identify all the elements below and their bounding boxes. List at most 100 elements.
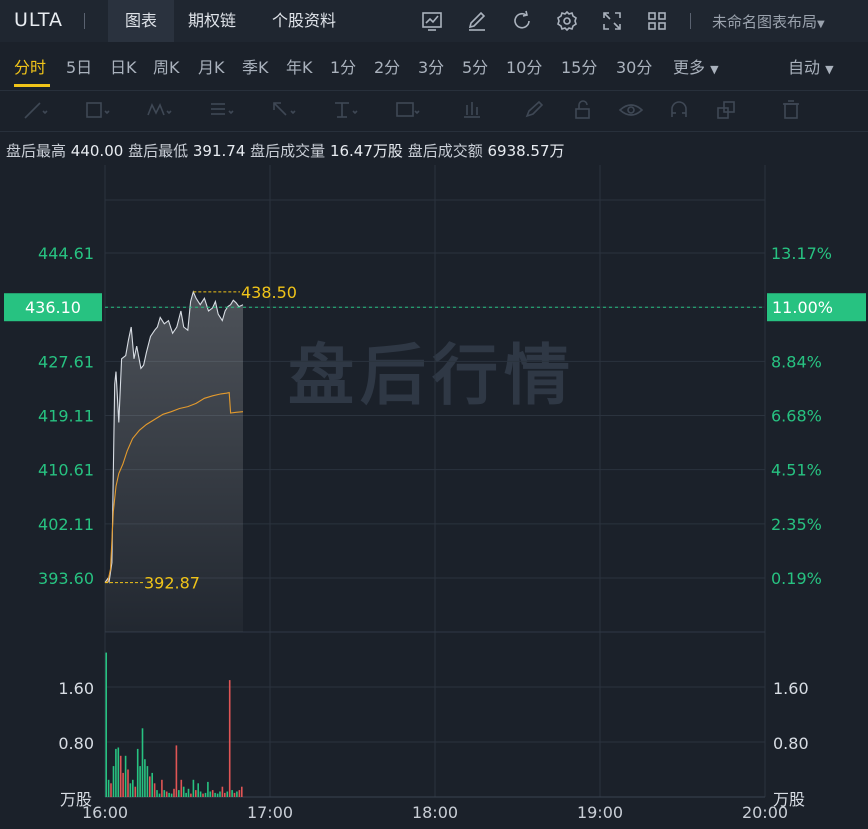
volume-tick-label-right: 1.60 (773, 679, 809, 698)
volume-bar (202, 793, 204, 797)
volume-bar (233, 792, 236, 797)
pct-tick-label: 13.17% (771, 244, 832, 263)
period-more[interactable]: 更多 ▼ (673, 54, 719, 78)
trash-icon[interactable] (778, 99, 804, 121)
volume-bar (158, 793, 161, 797)
period-day[interactable]: 日K (110, 54, 137, 78)
time-tick-label: 19:00 (577, 803, 623, 822)
volume-bar (107, 779, 110, 797)
more-label: 更多 (673, 58, 706, 77)
volume-bar (214, 792, 216, 797)
fib-tool-icon[interactable] (208, 99, 234, 121)
price-tick-label: 427.61 (38, 352, 94, 371)
pct-tick-label: 4.51% (771, 461, 822, 480)
volume-bar (241, 786, 243, 797)
period-30m[interactable]: 30分 (616, 54, 652, 78)
rectangle-tool-icon[interactable] (84, 99, 110, 121)
chart-icon[interactable] (420, 9, 444, 33)
pct-tick-label: 2.35% (771, 515, 822, 534)
high-label: 盘后最高 (6, 142, 67, 160)
volume-bar (190, 793, 192, 797)
volume-bar (219, 791, 221, 797)
tab-chart[interactable]: 图表 (108, 0, 174, 42)
text-tool-icon[interactable] (394, 99, 420, 121)
volume-bar (238, 790, 241, 797)
price-tick-label: 419.11 (38, 407, 94, 426)
layout-selector[interactable]: 未命名图表布局▼ (712, 11, 825, 32)
period-1m[interactable]: 1分 (330, 54, 356, 78)
bar-tool-icon[interactable] (460, 99, 486, 121)
period-2m[interactable]: 2分 (374, 54, 400, 78)
period-10m[interactable]: 10分 (506, 54, 542, 78)
chevron-down-icon: ▼ (817, 19, 825, 30)
volume-bar (170, 793, 173, 797)
volume-bar (122, 772, 124, 797)
edit-icon[interactable] (465, 9, 489, 33)
period-month[interactable]: 月K (198, 54, 225, 78)
pct-tick-label: 0.19% (771, 569, 822, 588)
high-value: 440.00 (70, 142, 124, 160)
time-tick-label: 20:00 (742, 803, 788, 822)
volume-bar (226, 791, 229, 797)
volume-bar (192, 779, 195, 797)
auto-selector[interactable]: 自动 ▼ (788, 54, 834, 78)
current-price-value: 436.10 (25, 298, 81, 317)
period-5m[interactable]: 5分 (462, 54, 488, 78)
volume-bar (211, 790, 214, 797)
low-label: 盘后最低 (128, 142, 189, 160)
intraday-chart[interactable]: 444.61 427.61 419.11 410.61 402.11 393.60 13.1… (0, 165, 868, 829)
lock-icon[interactable] (570, 99, 596, 121)
volume-bar (119, 755, 122, 798)
arrow-tool-icon[interactable] (270, 99, 296, 121)
measure-tool-icon[interactable] (332, 99, 358, 121)
volume-bar (195, 790, 197, 797)
brush-icon[interactable] (522, 99, 548, 121)
grid-icon[interactable] (645, 9, 669, 33)
time-tick-label: 16:00 (82, 803, 128, 822)
line-tool-icon[interactable] (22, 99, 48, 121)
volume-bar (151, 772, 153, 797)
refresh-icon[interactable] (510, 9, 534, 33)
period-intraday[interactable]: 分时 (14, 54, 46, 78)
pct-tick-label: 6.68% (771, 407, 822, 426)
volume-bar (231, 790, 233, 797)
volume-bar (185, 792, 187, 797)
volume-bar (105, 652, 107, 797)
volume-bar (153, 783, 156, 798)
volume-bar (199, 791, 202, 797)
volume-label: 盘后成交量 (250, 142, 326, 160)
volume-bar (115, 748, 117, 797)
period-5d[interactable]: 5日 (66, 54, 92, 78)
magnet-icon[interactable] (666, 99, 692, 121)
drawing-toolbar (0, 90, 868, 132)
settings-icon[interactable] (555, 9, 579, 33)
price-tick-label: 393.60 (38, 569, 94, 588)
volume-bar (110, 783, 112, 798)
auto-label: 自动 (788, 58, 821, 77)
tab-options-chain[interactable]: 期权链 (188, 0, 236, 42)
layout-label: 未命名图表布局 (712, 13, 818, 31)
period-3m[interactable]: 3分 (418, 54, 444, 78)
volume-bar (187, 788, 190, 798)
layers-icon[interactable] (714, 99, 740, 121)
tab-stock-profile[interactable]: 个股资料 (272, 0, 336, 42)
eye-icon[interactable] (618, 99, 644, 121)
volume-bar (207, 781, 209, 797)
chevron-down-icon: ▼ (710, 63, 719, 76)
top-bar: ULTA 图表 期权链 个股资料 未命名图表布局▼ (0, 0, 868, 42)
period-quarter[interactable]: 季K (242, 54, 269, 78)
wave-tool-icon[interactable] (146, 99, 172, 121)
volume-bar (146, 766, 149, 797)
volume-bar (209, 791, 212, 797)
volume-bar (139, 766, 141, 797)
volume-bar (144, 759, 146, 797)
volume-bar (197, 783, 199, 798)
volume-bar (204, 792, 207, 797)
fullscreen-icon[interactable] (600, 9, 624, 33)
low-value: 391.74 (192, 142, 246, 160)
price-tick-label: 402.11 (38, 515, 94, 534)
period-year[interactable]: 年K (286, 54, 313, 78)
period-15m[interactable]: 15分 (561, 54, 597, 78)
volume-bar (180, 779, 183, 797)
period-week[interactable]: 周K (153, 54, 180, 78)
